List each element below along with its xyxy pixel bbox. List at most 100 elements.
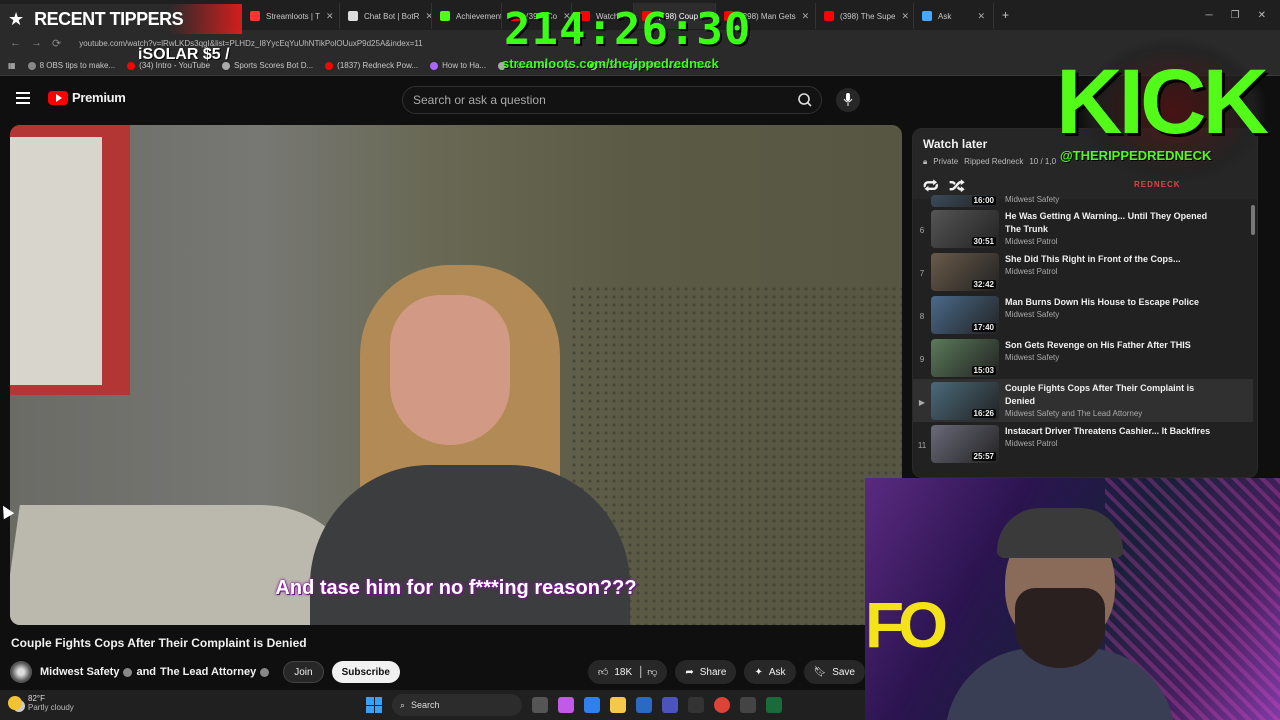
playlist-item[interactable]: 9 15:03 Son Gets Revenge on His Father Aft…: [913, 336, 1253, 379]
join-button[interactable]: Join: [283, 661, 324, 683]
video-duration: 30:51: [971, 237, 996, 246]
video-thumbnail[interactable]: 25:57: [931, 425, 999, 463]
playlist-item-info: Man Burns Down His House to Escape Polic…: [1005, 296, 1225, 321]
video-player[interactable]: And tase him for no f***ing reason???: [10, 125, 902, 625]
browser-tab[interactable]: Achievements✕: [432, 3, 502, 29]
streamloots-url: streamloots.com/therippedredneck: [502, 56, 719, 71]
video-thumbnail[interactable]: 17:40: [931, 296, 999, 334]
edge-icon[interactable]: [584, 697, 600, 713]
video-thumbnail[interactable]: 16:26: [931, 382, 999, 420]
playlist-item[interactable]: 16:00 Midwest Safety: [913, 195, 1253, 207]
windows-start-icon[interactable]: [366, 697, 382, 713]
tab-label: (398) The Supe: [840, 11, 896, 21]
channel-name[interactable]: Midwest Safety: [40, 666, 119, 678]
playlist-item[interactable]: 8 17:40 Man Burns Down His House to Escape…: [913, 293, 1253, 336]
reload-icon[interactable]: ⟳: [52, 37, 61, 50]
save-button[interactable]: 🔖︎ Save: [803, 660, 865, 684]
app-icon[interactable]: [740, 697, 756, 713]
playlist-item-channel[interactable]: Midwest Patrol: [1005, 236, 1225, 248]
scene-person-body: [310, 465, 630, 625]
copilot-icon[interactable]: [558, 697, 574, 713]
close-tab-icon[interactable]: ✕: [977, 11, 985, 22]
microphone-icon[interactable]: [836, 88, 860, 112]
url-field[interactable]: youtube.com/watch?v=lRwLKDs3qgI&list=PLH…: [79, 39, 423, 48]
video-duration: 17:40: [971, 323, 996, 332]
playlist-item-channel[interactable]: Midwest Patrol: [1005, 438, 1225, 450]
apps-icon[interactable]: ▦: [8, 61, 16, 70]
playlist-item-title[interactable]: Man Burns Down His House to Escape Polic…: [1005, 296, 1225, 309]
bookmark-item[interactable]: Sports Scores Bot D...: [222, 61, 313, 70]
browser-tab[interactable]: (398) The Supe ✕: [816, 3, 914, 29]
task-view-icon[interactable]: [532, 697, 548, 713]
playlist-item-channel[interactable]: Midwest Safety and The Lead Attorney: [1005, 408, 1225, 420]
menu-icon[interactable]: [16, 92, 30, 104]
playlist-item-index: 6: [919, 226, 925, 235]
bookmark-item[interactable]: (1837) Redneck Pow...: [325, 61, 418, 70]
bookmark-icon: 🔖︎: [813, 666, 827, 678]
close-tab-icon[interactable]: ✕: [802, 11, 810, 22]
taskbar-search[interactable]: ⌕ Search: [392, 694, 522, 716]
streamer-hat: [997, 508, 1123, 558]
bookmark-item[interactable]: 8 OBS tips to make...: [27, 61, 115, 70]
video-thumbnail[interactable]: 16:00: [931, 195, 999, 207]
close-window-icon[interactable]: ✕: [1258, 10, 1266, 21]
playlist-scrollbar[interactable]: [1251, 205, 1255, 235]
weather-widget[interactable]: 82°F Partly cloudy: [8, 694, 74, 712]
maximize-icon[interactable]: ❐: [1231, 10, 1240, 21]
share-button[interactable]: ➦ Share: [675, 660, 737, 684]
playlist-item[interactable]: 6 30:51 He Was Getting A Warning... Until …: [913, 207, 1253, 250]
thumbs-down-icon[interactable]: │ 👎︎: [638, 666, 657, 678]
video-thumbnail[interactable]: 15:03: [931, 339, 999, 377]
kick-handle: @THERIPPEDREDNECK: [1060, 148, 1212, 163]
new-tab-button[interactable]: +: [994, 8, 1017, 22]
playlist-item-channel[interactable]: Midwest Safety: [1005, 352, 1225, 364]
tab-favicon-icon: [250, 11, 260, 21]
search-box[interactable]: Search or ask a question: [402, 86, 822, 114]
playlist-item-index: 8: [919, 312, 925, 321]
playlist-item[interactable]: ▶ 16:26 Couple Fights Cops After Their Com…: [913, 379, 1253, 422]
playlist-item-channel[interactable]: Midwest Patrol: [1005, 266, 1225, 278]
playlist-item-title[interactable]: Son Gets Revenge on His Father After THI…: [1005, 339, 1225, 352]
ask-button[interactable]: ✦ Ask: [744, 660, 796, 684]
browser-tab[interactable]: Ask ✕: [914, 3, 994, 29]
store-icon[interactable]: [636, 697, 652, 713]
playlist-item[interactable]: 11 25:57 Instacart Driver Threatens Cashie…: [913, 422, 1253, 465]
channel-name-2[interactable]: The Lead Attorney: [160, 666, 256, 678]
channel-names[interactable]: Midwest Safety and The Lead Attorney: [40, 666, 270, 678]
like-button[interactable]: 👍︎ 18K │ 👎︎: [587, 660, 668, 684]
forward-icon[interactable]: →: [31, 37, 42, 49]
video-thumbnail[interactable]: 32:42: [931, 253, 999, 291]
subscribe-button[interactable]: Subscribe: [331, 661, 400, 683]
streamer-beard: [1015, 588, 1105, 668]
search-input[interactable]: Search or ask a question: [413, 93, 546, 107]
chrome-icon[interactable]: [714, 697, 730, 713]
minimize-icon[interactable]: ─: [1206, 10, 1213, 21]
playlist-owner[interactable]: Ripped Redneck: [964, 157, 1023, 167]
back-icon[interactable]: ←: [10, 37, 21, 49]
lock-icon: 🔒︎: [923, 157, 928, 166]
playlist-item-title[interactable]: Instacart Driver Threatens Cashier... It…: [1005, 425, 1225, 438]
video-thumbnail[interactable]: 30:51: [931, 210, 999, 248]
bookmark-label: Sports Scores Bot D...: [234, 61, 314, 70]
obs-icon[interactable]: [688, 697, 704, 713]
playlist-item[interactable]: 7 32:42 She Did This Right in Front of the…: [913, 250, 1253, 293]
tab-label: Achievements: [456, 11, 502, 21]
search-icon[interactable]: [797, 92, 813, 108]
browser-tab[interactable]: Streamloots | T ✕: [242, 3, 340, 29]
playlist-item-channel[interactable]: Midwest Safety: [1005, 194, 1225, 206]
playlist-item-info: Midwest Safety: [1005, 195, 1225, 206]
channel-avatar[interactable]: [10, 661, 32, 683]
playlist-item-title[interactable]: Couple Fights Cops After Their Complaint…: [1005, 382, 1225, 408]
playlist-item-title[interactable]: He Was Getting A Warning... Until They O…: [1005, 210, 1225, 236]
playlist-item-channel[interactable]: Midwest Safety: [1005, 309, 1225, 321]
playlist-item-title[interactable]: She Did This Right in Front of the Cops.…: [1005, 253, 1225, 266]
bookmark-item[interactable]: How to Ha...: [430, 61, 486, 70]
teams-icon[interactable]: [662, 697, 678, 713]
file-explorer-icon[interactable]: [610, 697, 626, 713]
browser-tab[interactable]: Chat Bot | BotR✕: [340, 3, 432, 29]
close-tab-icon[interactable]: ✕: [901, 11, 909, 22]
close-tab-icon[interactable]: ✕: [326, 11, 334, 22]
youtube-logo[interactable]: Premium: [48, 90, 126, 105]
terminal-icon[interactable]: [766, 697, 782, 713]
playlist-title[interactable]: Watch later: [923, 137, 987, 151]
